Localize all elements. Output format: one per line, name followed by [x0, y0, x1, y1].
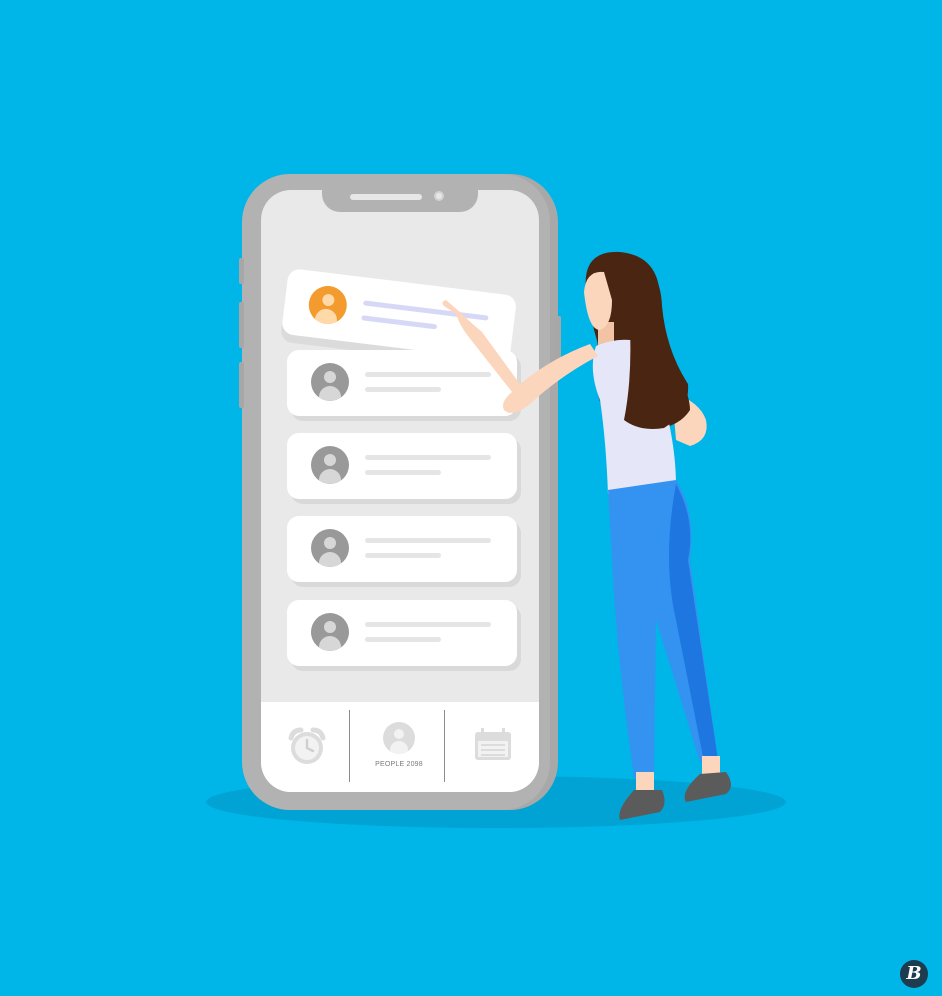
illustration-scene: PEOPLE 2098 B: [0, 0, 942, 996]
woman-shoe: [619, 790, 665, 820]
watermark-logo: B: [900, 960, 928, 988]
woman-shoe: [684, 772, 731, 802]
woman-figure: [442, 251, 731, 820]
woman-reaching-arm: [442, 300, 598, 413]
